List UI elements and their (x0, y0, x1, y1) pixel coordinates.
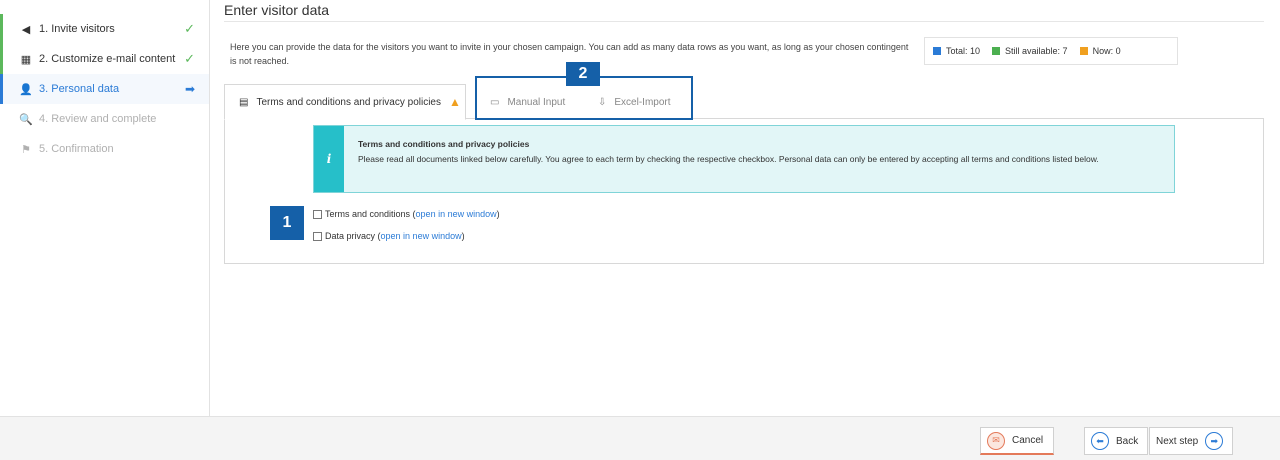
cancel-button[interactable]: ✉ Cancel (980, 427, 1054, 455)
info-icon: i (314, 126, 344, 192)
contingent-legend: Total: 10 Still available: 7 Now: 0 (924, 37, 1178, 65)
terms-checkbox[interactable] (313, 209, 322, 219)
footer-bar: ✉ Cancel ⬅ Back Next step ➡ (0, 416, 1280, 460)
step-invite-visitors[interactable]: ◀ 1. Invite visitors ✓ (0, 14, 209, 44)
privacy-checkbox[interactable] (313, 231, 322, 241)
page-title: Enter visitor data (224, 0, 1264, 22)
flag-icon: ⚑ (21, 143, 31, 156)
document-icon: ▤ (239, 96, 249, 108)
users-icon: 👤 (19, 83, 33, 96)
back-button[interactable]: ⬅ Back (1084, 427, 1148, 455)
cancel-label: Cancel (1012, 435, 1044, 446)
step-customize-email[interactable]: ▦ 2. Customize e-mail content ✓ (0, 44, 209, 74)
privacy-link[interactable]: open in new window (381, 231, 462, 241)
legend-total-label: Total: 10 (946, 46, 981, 56)
terms-suffix: ) (496, 209, 500, 219)
privacy-suffix: ) (461, 231, 465, 241)
tab-terms-privacy[interactable]: ▤ Terms and conditions and privacy polic… (224, 84, 466, 120)
step-label: 5. Confirmation (39, 143, 114, 155)
terms-label: Terms and conditions ( (325, 209, 416, 219)
info-title: Terms and conditions and privacy policie… (358, 139, 530, 149)
mail-template-icon: ▦ (20, 53, 32, 66)
legend-now: Now: 0 (1079, 46, 1121, 56)
wizard-sidebar: ◀ 1. Invite visitors ✓ ▦ 2. Customize e-… (0, 0, 210, 416)
terms-link[interactable]: open in new window (416, 209, 497, 219)
arrow-left-icon: ⬅ (1091, 432, 1109, 450)
annotation-marker-1: 1 (270, 206, 304, 240)
step-label: 1. Invite visitors (39, 23, 115, 35)
legend-now-label: Now: 0 (1092, 46, 1121, 56)
step-personal-data[interactable]: 👤 3. Personal data ➡ (0, 74, 209, 104)
search-icon: 🔍 (19, 113, 33, 126)
step-label: 3. Personal data (39, 83, 120, 95)
next-step-button[interactable]: Next step ➡ (1149, 427, 1233, 455)
legend-available: Still available: 7 (992, 46, 1068, 56)
info-box: i Terms and conditions and privacy polic… (313, 125, 1175, 193)
check-icon: ✓ (184, 21, 195, 36)
total-swatch (933, 47, 941, 55)
arrow-right-icon: ➡ (1205, 432, 1224, 450)
back-label: Back (1116, 435, 1139, 447)
annotation-marker-2: 2 (566, 62, 600, 86)
main-content: Enter visitor data Here you can provide … (224, 0, 1264, 264)
tab-terms-label: Terms and conditions and privacy policie… (256, 96, 441, 108)
available-swatch (992, 47, 1001, 55)
legend-total: Total: 10 (933, 46, 980, 56)
terms-checkbox-row: Terms and conditions ( open in new windo… (313, 209, 500, 219)
step-confirmation: ⚑ 5. Confirmation (0, 134, 209, 164)
warning-icon: ▲ (449, 95, 461, 109)
step-label: 4. Review and complete (39, 113, 157, 125)
step-review-complete: 🔍 4. Review and complete (0, 104, 209, 134)
privacy-checkbox-row: Data privacy ( open in new window ) (313, 231, 465, 241)
data-entry-tabs: ▤ Terms and conditions and privacy polic… (224, 84, 1264, 120)
check-icon: ✓ (184, 51, 195, 66)
step-label: 2. Customize e-mail content (39, 53, 176, 65)
now-swatch (1079, 47, 1088, 55)
privacy-label: Data privacy ( (325, 231, 381, 241)
arrow-right-icon: ➡ (184, 82, 195, 96)
cancel-icon: ✉ (987, 431, 1005, 450)
next-label: Next step (1156, 435, 1199, 447)
legend-available-label: Still available: 7 (1005, 46, 1068, 56)
megaphone-icon: ◀ (21, 23, 31, 36)
info-text: Please read all documents linked below c… (358, 154, 1099, 164)
terms-panel: i Terms and conditions and privacy polic… (224, 118, 1264, 264)
